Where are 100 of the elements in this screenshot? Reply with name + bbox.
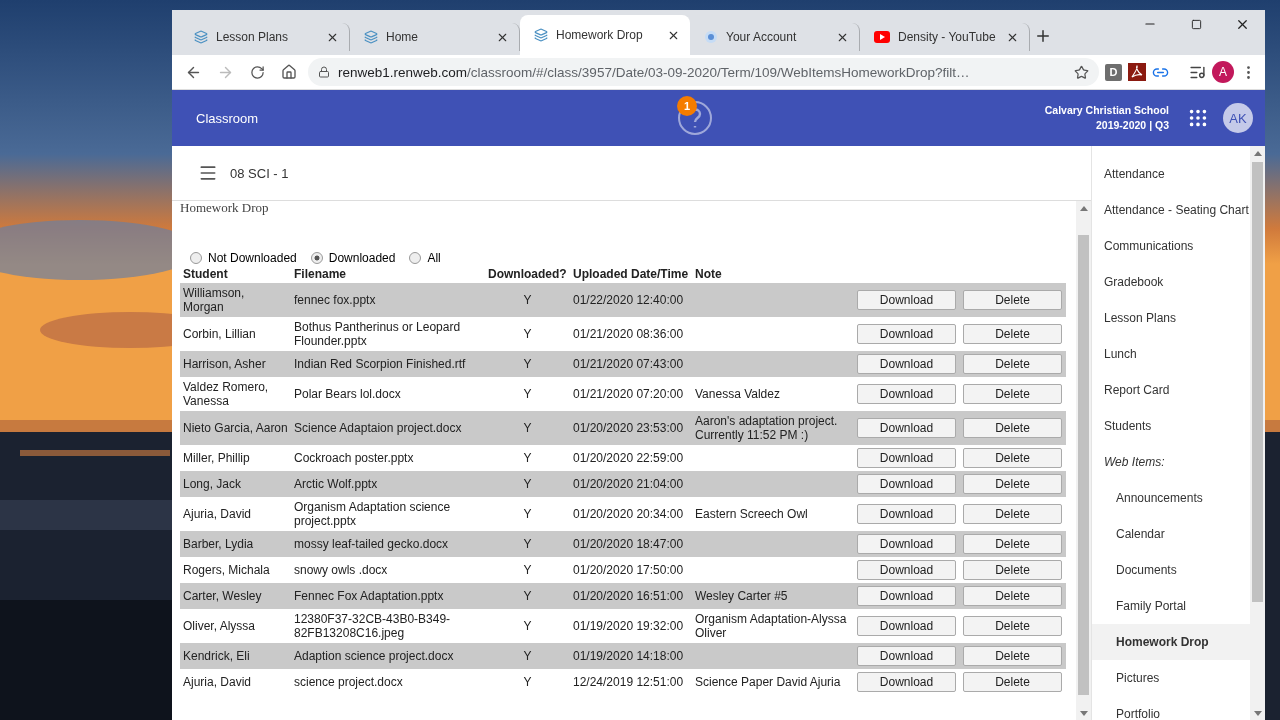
address-bar[interactable]: renweb1.renweb.com/classroom/#/class/3957/Date/03-09-2020/Term/109/WebItemsHomeworkDrop?filt… [308,58,1099,86]
nav-link[interactable]: Students [1092,408,1250,444]
apps-icon[interactable] [1187,107,1209,129]
radio-label[interactable]: All [427,251,441,265]
table-cell: Y [485,583,570,609]
table-cell: Organism Adaptation science project.pptx [291,497,485,531]
table-cell: Valdez Romero, Vanessa [180,377,291,411]
delete-button[interactable]: Delete [963,504,1062,524]
browser-tab[interactable]: Homework Drop [520,15,690,55]
table-cell: Polar Bears lol.docx [291,377,485,411]
table-cell: Fennec Fox Adaptation.pptx [291,583,485,609]
table-cell: snowy owls .docx [291,557,485,583]
download-button[interactable]: Download [857,560,956,580]
radio-label[interactable]: Not Downloaded [208,251,297,265]
table-cell: 01/21/2020 07:43:00 [570,351,692,377]
delete-button[interactable]: Delete [963,534,1062,554]
table-cell: 12/24/2019 12:51:00 [570,669,692,695]
table-cell: science project.docx [291,669,485,695]
download-button[interactable]: Download [857,534,956,554]
delete-button[interactable]: Delete [963,418,1062,438]
maximize-icon[interactable] [1190,18,1202,30]
delete-button[interactable]: Delete [963,586,1062,606]
nav-link[interactable]: Communications [1092,228,1250,264]
nav-link[interactable]: Family Portal [1092,588,1250,624]
table-cell: Ajuria, David [180,497,291,531]
user-avatar[interactable]: AK [1223,103,1253,133]
table-cell: Wesley Carter #5 [692,583,854,609]
nav-link[interactable]: Lesson Plans [1092,300,1250,336]
browser-tab[interactable]: Lesson Plans [180,23,350,51]
table-cell: Kendrick, Eli [180,643,291,669]
nav-link[interactable]: Report Card [1092,372,1250,408]
delete-button[interactable]: Delete [963,324,1062,344]
table-cell: Vanessa Valdez [692,377,854,411]
table-cell: Miller, Phillip [180,445,291,471]
delete-button[interactable]: Delete [963,560,1062,580]
nav-link[interactable]: Attendance - Seating Chart [1092,192,1250,228]
table-cell: 01/20/2020 16:51:00 [570,583,692,609]
table-cell: Rogers, Michala [180,557,291,583]
play-icon [874,31,890,43]
layers-icon [364,30,378,44]
radio-label[interactable]: Downloaded [328,251,396,265]
download-button[interactable]: Download [857,384,956,404]
table-cell: 01/19/2020 19:32:00 [570,609,692,643]
table-cell: Y [485,531,570,557]
reload-icon[interactable] [249,64,265,80]
column-header: Uploaded Date/Time [570,265,692,283]
delete-button[interactable]: Delete [963,474,1062,494]
nav-link[interactable]: Announcements [1092,480,1250,516]
download-button[interactable]: Download [857,290,956,310]
nav-link[interactable]: Homework Drop [1092,624,1250,660]
nav-link[interactable]: Gradebook [1092,264,1250,300]
nav-link[interactable]: Documents [1092,552,1250,588]
new-tab-icon[interactable] [1034,27,1052,45]
radio-button[interactable] [310,252,323,264]
download-button[interactable]: Download [857,474,956,494]
nav-link[interactable]: Attendance [1092,156,1250,192]
delete-button[interactable]: Delete [963,448,1062,468]
delete-button[interactable]: Delete [963,384,1062,404]
browser-tab[interactable]: Density - YouTube [860,23,1030,51]
menu-icon[interactable] [198,163,218,183]
nav-link[interactable]: Calendar [1092,516,1250,552]
home-icon[interactable] [281,64,297,80]
download-button[interactable]: Download [857,448,956,468]
radio-button[interactable] [409,252,422,264]
table-cell: Williamson, Morgan [180,283,291,317]
download-button[interactable]: Download [857,354,956,374]
column-header: Note [692,265,854,283]
delete-button[interactable]: Delete [963,354,1062,374]
nav-section-label: Web Items: [1103,454,1166,471]
browser-tab[interactable]: Your Account [690,23,860,51]
nav-link[interactable]: Lunch [1092,336,1250,372]
download-button[interactable]: Download [857,646,956,666]
download-button[interactable]: Download [857,504,956,524]
table-cell: Science Adaptaion project.docx [291,411,485,445]
table-cell: 01/21/2020 08:36:00 [570,317,692,351]
help-icon[interactable] [677,100,713,136]
table-cell: Y [485,351,570,377]
table-cell: Y [485,471,570,497]
nav-link[interactable]: Portfolio [1092,696,1250,720]
delete-button[interactable]: Delete [963,290,1062,310]
table-cell: Corbin, Lillian [180,317,291,351]
download-button[interactable]: Download [857,616,956,636]
delete-button[interactable]: Delete [963,672,1062,692]
delete-button[interactable]: Delete [963,616,1062,636]
delete-button[interactable]: Delete [963,646,1062,666]
download-button[interactable]: Download [857,324,956,344]
star-icon[interactable] [1074,64,1089,80]
school-name: Calvary Christian School [1044,103,1169,118]
extension-icon[interactable]: D [1105,63,1122,81]
class-title: 08 SCI - 1 [230,165,289,181]
pdf-icon[interactable] [1128,63,1146,81]
scrollbar[interactable] [1076,201,1091,720]
scrollbar[interactable] [1250,146,1265,720]
column-header: Student [180,265,291,283]
nav-link[interactable]: Pictures [1092,660,1250,696]
download-button[interactable]: Download [857,418,956,438]
download-button[interactable]: Download [857,586,956,606]
radio-button[interactable] [190,252,202,264]
profile-avatar[interactable]: A [1212,61,1234,83]
download-button[interactable]: Download [857,672,956,692]
